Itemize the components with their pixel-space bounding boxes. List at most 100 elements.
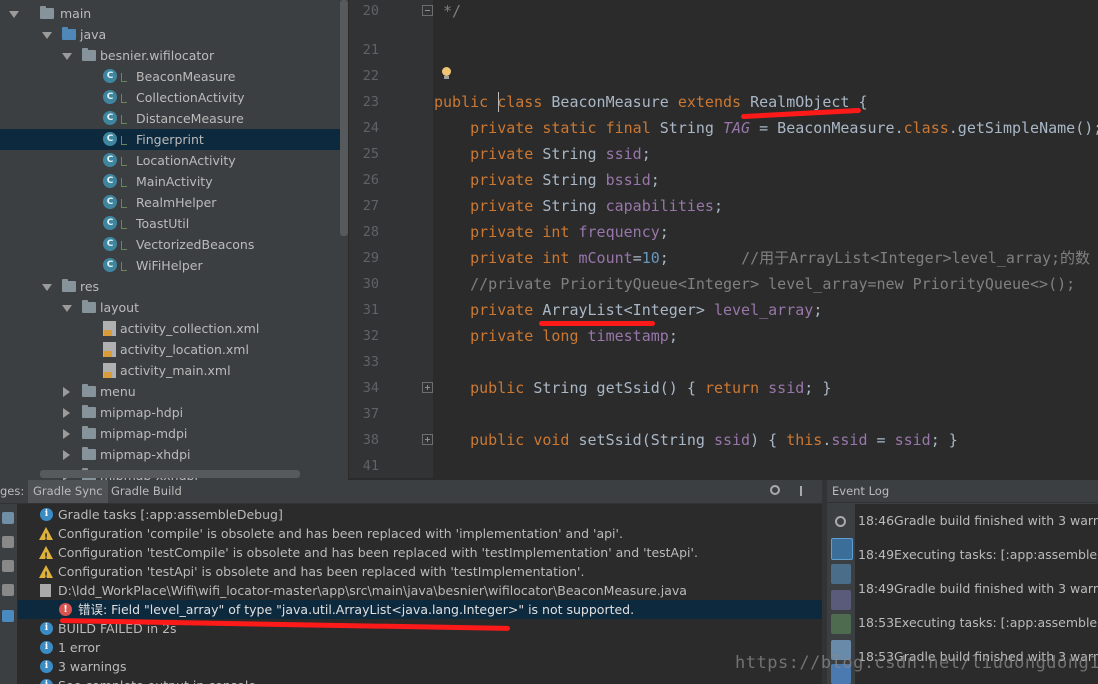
tree-item-class[interactable]: C ToastUtil xyxy=(0,213,349,234)
collapse-arrow-icon[interactable] xyxy=(63,429,70,439)
code-line[interactable]: 33 xyxy=(349,349,1098,375)
export-icon[interactable] xyxy=(2,584,14,596)
message-row[interactable]: i See complete output in console xyxy=(18,676,822,684)
expand-arrow-icon[interactable] xyxy=(42,32,52,39)
event-log-title: Event Log xyxy=(827,480,1098,503)
code-text: private int mCount=10; //用于ArrayList<Int… xyxy=(470,249,1091,267)
vcs-mark-icon xyxy=(121,94,127,103)
event-entry[interactable]: 18:49Gradle build finished with 3 warnin… xyxy=(858,572,1098,606)
code-line[interactable]: 27 private String capabilities; xyxy=(349,193,1098,219)
tree-item-xml[interactable]: activity_collection.xml xyxy=(0,318,349,339)
collapse-arrow-icon[interactable] xyxy=(63,450,70,460)
code-line[interactable]: 25 private String ssid; xyxy=(349,141,1098,167)
tree-item-class-selected[interactable]: C Fingerprint xyxy=(0,129,349,150)
code-line[interactable]: 28 private int frequency; xyxy=(349,219,1098,245)
tree-item-class[interactable]: C DistanceMeasure xyxy=(0,108,349,129)
expand-arrow-icon[interactable] xyxy=(42,284,52,291)
info-icon: i xyxy=(40,508,53,521)
code-editor[interactable]: 20 */ 21 22 23 public class BeaconMeasur… xyxy=(349,0,1098,478)
message-row[interactable]: ! Configuration 'compile' is obsolete an… xyxy=(18,524,822,543)
code-line[interactable]: 23 public class BeaconMeasure extends Re… xyxy=(349,89,1098,115)
tree-item-class[interactable]: C CollectionActivity xyxy=(0,87,349,108)
code-line[interactable]: 37 xyxy=(349,401,1098,427)
tree-item-class[interactable]: C WiFiHelper xyxy=(0,255,349,276)
message-row[interactable]: i 3 warnings xyxy=(18,657,822,676)
folder-icon xyxy=(82,447,96,460)
code-line[interactable]: 20 */ xyxy=(349,0,1098,24)
code-line[interactable]: 34 public String getSsid() { return ssid… xyxy=(349,375,1098,401)
code-text: private ArrayList<Integer> level_array; xyxy=(470,301,823,319)
lightbulb-icon[interactable] xyxy=(441,67,452,81)
class-icon: C xyxy=(103,195,117,209)
checkbox-icon[interactable] xyxy=(831,614,851,634)
code-line[interactable]: 24 private static final String TAG = Bea… xyxy=(349,115,1098,141)
expand-arrow-icon[interactable] xyxy=(9,11,19,18)
settings-gear-icon[interactable] xyxy=(770,485,780,495)
tab-messages[interactable]: ges: xyxy=(0,480,29,503)
scroll-to-end-icon[interactable] xyxy=(831,564,851,584)
mark-read-icon[interactable] xyxy=(831,590,851,610)
code-line[interactable]: 29 private int mCount=10; //用于ArrayList<… xyxy=(349,245,1098,271)
expand-arrow-icon[interactable] xyxy=(62,305,72,312)
tab-gradle-sync[interactable]: Gradle Sync xyxy=(28,480,108,503)
vcs-mark-icon xyxy=(121,115,127,124)
tree-item-res[interactable]: res xyxy=(0,276,349,297)
tree-item-java[interactable]: java xyxy=(0,24,349,45)
info-icon: i xyxy=(40,622,53,635)
code-line[interactable]: 32 private long timestamp; xyxy=(349,323,1098,349)
balloon-icon[interactable] xyxy=(831,538,853,560)
hide-panel-icon[interactable] xyxy=(800,486,802,496)
tree-item-class[interactable]: C RealmHelper xyxy=(0,192,349,213)
tree-vertical-scrollbar[interactable] xyxy=(340,0,348,236)
warning-icon: ! xyxy=(39,527,53,543)
warning-icon: ! xyxy=(39,565,53,581)
tree-item-package[interactable]: besnier.wifilocator xyxy=(0,45,349,66)
fold-marker-icon[interactable] xyxy=(422,5,433,16)
message-row[interactable]: i Gradle tasks [:app:assembleDebug] xyxy=(18,505,822,524)
settings-wrench-icon[interactable] xyxy=(831,512,851,532)
tree-item-mipmap-hdpi[interactable]: mipmap-hdpi xyxy=(0,402,349,423)
code-line[interactable]: 41 xyxy=(349,453,1098,478)
message-row[interactable]: ! Configuration 'testCompile' is obsolet… xyxy=(18,543,822,562)
message-row[interactable]: i 1 error xyxy=(18,638,822,657)
folder-icon xyxy=(82,300,96,313)
tree-horizontal-scrollbar[interactable] xyxy=(40,470,300,478)
tree-item-menu[interactable]: menu xyxy=(0,381,349,402)
tree-item-xml[interactable]: activity_location.xml xyxy=(0,339,349,360)
tree-item-mipmap-xhdpi[interactable]: mipmap-xhdpi xyxy=(0,444,349,465)
java-file-icon xyxy=(40,584,51,597)
tree-item-layout[interactable]: layout xyxy=(0,297,349,318)
expand-all-icon[interactable] xyxy=(2,536,14,548)
tree-item-class[interactable]: C LocationActivity xyxy=(0,150,349,171)
code-line[interactable]: 26 private String bssid; xyxy=(349,167,1098,193)
fold-expand-icon[interactable] xyxy=(422,382,433,393)
filter-icon[interactable] xyxy=(2,610,14,622)
event-entry[interactable]: 18:49Executing tasks: [:app:assembleDebu… xyxy=(858,538,1098,572)
error-icon: ! xyxy=(59,603,72,616)
tree-item-class[interactable]: C VectorizedBeacons xyxy=(0,234,349,255)
tree-item-class[interactable]: C BeaconMeasure xyxy=(0,66,349,87)
tree-item-mipmap-mdpi[interactable]: mipmap-mdpi xyxy=(0,423,349,444)
rerun-icon[interactable] xyxy=(2,512,14,524)
collapse-arrow-icon[interactable] xyxy=(63,387,70,397)
tree-item-main[interactable]: main xyxy=(0,3,349,24)
tab-gradle-build[interactable]: Gradle Build xyxy=(106,480,187,503)
event-entry[interactable]: 18:53Executing tasks: [:app:assembleDebu… xyxy=(858,606,1098,640)
fold-expand-icon[interactable] xyxy=(422,434,433,445)
tree-item-class[interactable]: C MainActivity xyxy=(0,171,349,192)
code-line[interactable]: 38 public void setSsid(String ssid) { th… xyxy=(349,427,1098,453)
code-line[interactable]: 31 private ArrayList<Integer> level_arra… xyxy=(349,297,1098,323)
message-row-file[interactable]: D:\ldd_WorkPlace\Wifi\wifi_locator-maste… xyxy=(18,581,822,600)
code-line[interactable]: 21 xyxy=(349,37,1098,63)
code-text: private String capabilities; xyxy=(470,197,723,215)
collapse-all-icon[interactable] xyxy=(2,560,14,572)
collapse-arrow-icon[interactable] xyxy=(63,408,70,418)
code-line[interactable]: 30 //private PriorityQueue<Integer> leve… xyxy=(349,271,1098,297)
expand-arrow-icon[interactable] xyxy=(62,53,72,60)
code-line[interactable]: 22 xyxy=(349,63,1098,89)
event-entry[interactable]: 18:46Gradle build finished with 3 warnin… xyxy=(858,504,1098,538)
tree-item-xml[interactable]: activity_main.xml xyxy=(0,360,349,381)
messages-toolbar xyxy=(0,504,18,684)
message-row[interactable]: ! Configuration 'testApi' is obsolete an… xyxy=(18,562,822,581)
message-row-error-selected[interactable]: ! 错误: Field "level_array" of type "java.… xyxy=(18,600,822,619)
